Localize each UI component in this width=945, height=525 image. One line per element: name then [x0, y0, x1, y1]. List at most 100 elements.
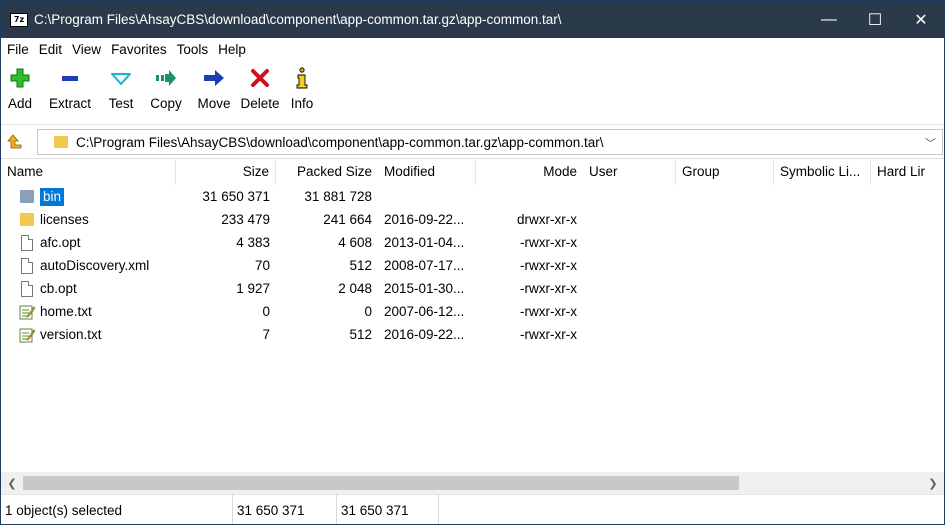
app-window: 7z C:\Program Files\AhsayCBS\download\co…	[0, 0, 945, 525]
delete-button[interactable]: Delete	[237, 62, 283, 122]
table-row[interactable]: home.txt 0 0 2007-06-12... -rwxr-xr-x	[1, 300, 944, 323]
status-bar: 1 object(s) selected 31 650 371 31 650 3…	[1, 494, 944, 524]
file-size: 233 479	[221, 212, 270, 227]
title-bar[interactable]: 7z C:\Program Files\AhsayCBS\download\co…	[1, 1, 944, 38]
folder-icon	[54, 136, 68, 148]
file-size: 4 383	[236, 235, 270, 250]
file-modified: 2008-07-17...	[384, 258, 465, 273]
address-path: C:\Program Files\AhsayCBS\download\compo…	[76, 134, 604, 150]
file-mode: drwxr-xr-x	[517, 212, 577, 227]
file-list[interactable]: Name Size Packed Size Modified Mode User…	[1, 158, 944, 472]
chevron-down-icon[interactable]: ﹀	[925, 135, 936, 151]
scroll-left-icon[interactable]: ❮	[1, 472, 23, 494]
file-name: licenses	[40, 212, 89, 227]
file-packed-size: 0	[364, 304, 372, 319]
menu-file[interactable]: File	[1, 38, 34, 62]
file-icon	[19, 257, 35, 274]
text-file-icon	[19, 326, 35, 343]
add-button[interactable]: Add	[1, 62, 39, 122]
file-rows: bin 31 650 371 31 881 728 licenses 233 4…	[1, 185, 944, 346]
checkmark-icon	[108, 66, 134, 90]
test-button[interactable]: Test	[101, 62, 141, 122]
file-name: home.txt	[40, 304, 92, 319]
table-row[interactable]: bin 31 650 371 31 881 728	[1, 185, 944, 208]
file-modified: 2015-01-30...	[384, 281, 465, 296]
file-name: bin	[40, 187, 65, 206]
file-packed-size: 31 881 728	[304, 189, 372, 204]
file-size: 1 927	[236, 281, 270, 296]
file-name: afc.opt	[40, 235, 81, 250]
file-icon	[19, 280, 35, 297]
menu-tools[interactable]: Tools	[172, 38, 214, 62]
column-modified[interactable]: Modified	[378, 159, 476, 185]
window-title: C:\Program Files\AhsayCBS\download\compo…	[34, 12, 562, 27]
menu-help[interactable]: Help	[213, 38, 251, 62]
file-mode: -rwxr-xr-x	[520, 327, 577, 342]
7zip-app-icon: 7z	[10, 12, 28, 27]
move-arrow-icon	[201, 66, 227, 90]
folder-up-icon[interactable]	[6, 133, 24, 151]
column-hard-link[interactable]: Hard Lir	[871, 159, 944, 185]
column-user[interactable]: User	[583, 159, 676, 185]
horizontal-scrollbar[interactable]: ❮ ❯	[1, 472, 944, 494]
info-button[interactable]: Info	[283, 62, 321, 122]
folder-icon	[19, 188, 35, 205]
file-modified: 2016-09-22...	[384, 327, 465, 342]
file-packed-size: 4 608	[338, 235, 372, 250]
close-button[interactable]: ✕	[898, 1, 944, 38]
file-packed-size: 241 664	[323, 212, 372, 227]
column-header: Name Size Packed Size Modified Mode User…	[1, 159, 944, 185]
address-bar: C:\Program Files\AhsayCBS\download\compo…	[1, 124, 944, 158]
scroll-thumb[interactable]	[23, 476, 739, 490]
file-icon	[19, 234, 35, 251]
menu-bar: File Edit View Favorites Tools Help	[1, 38, 944, 62]
table-row[interactable]: cb.opt 1 927 2 048 2015-01-30... -rwxr-x…	[1, 277, 944, 300]
table-row[interactable]: autoDiscovery.xml 70 512 2008-07-17... -…	[1, 254, 944, 277]
menu-favorites[interactable]: Favorites	[106, 38, 172, 62]
column-mode[interactable]: Mode	[476, 159, 583, 185]
maximize-button[interactable]: ☐	[852, 1, 898, 38]
delete-label: Delete	[240, 96, 280, 111]
file-name: cb.opt	[40, 281, 77, 296]
menu-edit[interactable]: Edit	[34, 38, 67, 62]
file-modified: 2007-06-12...	[384, 304, 465, 319]
file-mode: -rwxr-xr-x	[520, 304, 577, 319]
file-packed-size: 2 048	[338, 281, 372, 296]
minus-icon	[57, 66, 83, 90]
info-icon	[289, 66, 315, 90]
add-label: Add	[7, 96, 33, 111]
file-packed-size: 512	[349, 327, 372, 342]
table-row[interactable]: version.txt 7 512 2016-09-22... -rwxr-xr…	[1, 323, 944, 346]
file-modified: 2013-01-04...	[384, 235, 465, 250]
table-row[interactable]: licenses 233 479 241 664 2016-09-22... d…	[1, 208, 944, 231]
menu-view[interactable]: View	[67, 38, 106, 62]
file-size: 7	[262, 327, 270, 342]
minimize-button[interactable]: —	[806, 1, 852, 38]
column-group[interactable]: Group	[676, 159, 774, 185]
file-mode: -rwxr-xr-x	[520, 235, 577, 250]
table-row[interactable]: afc.opt 4 383 4 608 2013-01-04... -rwxr-…	[1, 231, 944, 254]
status-packed-size: 31 650 371	[337, 494, 439, 524]
delete-x-icon	[247, 66, 273, 90]
file-mode: -rwxr-xr-x	[520, 258, 577, 273]
copy-arrow-icon	[153, 66, 179, 90]
scroll-right-icon[interactable]: ❯	[922, 472, 944, 494]
status-size: 31 650 371	[233, 494, 337, 524]
file-size: 70	[254, 258, 270, 273]
extract-button[interactable]: Extract	[39, 62, 101, 122]
column-name[interactable]: Name	[1, 159, 176, 185]
extract-label: Extract	[48, 96, 91, 111]
text-file-icon	[19, 303, 35, 320]
copy-label: Copy	[150, 96, 182, 111]
address-field[interactable]: C:\Program Files\AhsayCBS\download\compo…	[37, 129, 943, 155]
move-button[interactable]: Move	[191, 62, 237, 122]
column-packed-size[interactable]: Packed Size	[276, 159, 378, 185]
file-packed-size: 512	[349, 258, 372, 273]
file-name: autoDiscovery.xml	[40, 258, 150, 273]
file-size: 0	[262, 304, 270, 319]
test-label: Test	[108, 96, 134, 111]
column-symbolic-link[interactable]: Symbolic Li...	[774, 159, 871, 185]
status-selection: 1 object(s) selected	[1, 494, 233, 524]
copy-button[interactable]: Copy	[141, 62, 191, 122]
column-size[interactable]: Size	[176, 159, 276, 185]
